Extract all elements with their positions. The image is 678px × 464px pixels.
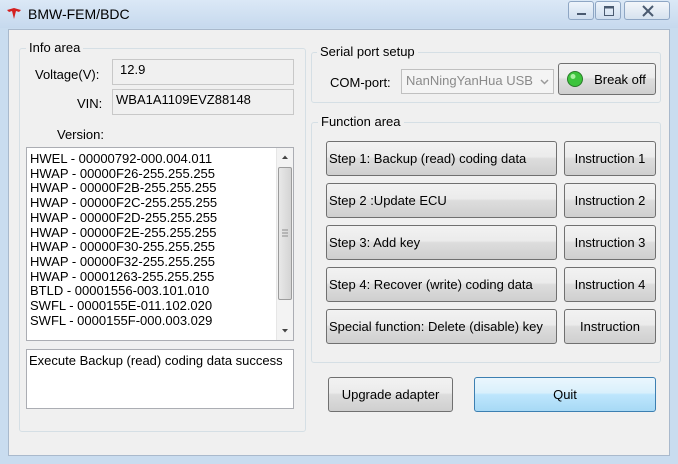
instruction-special-button[interactable]: Instruction bbox=[564, 309, 656, 344]
vin-field: WBA1A1109EVZ88148 bbox=[112, 89, 294, 115]
break-off-label: Break off bbox=[594, 71, 646, 87]
status-box: Execute Backup (read) coding data succes… bbox=[26, 349, 294, 409]
version-line: SWFL - 0000155E-011.102.020 bbox=[30, 298, 213, 314]
break-off-button[interactable]: Break off bbox=[558, 63, 656, 95]
connection-status-led-icon bbox=[567, 71, 583, 87]
version-line: HWAP - 00000F30-255.255.255 bbox=[30, 239, 216, 255]
instruction-1-button[interactable]: Instruction 1 bbox=[564, 141, 656, 176]
com-port-label: COM-port: bbox=[330, 75, 391, 90]
scroll-up-arrow-icon[interactable] bbox=[277, 149, 293, 166]
voltage-label: Voltage(V): bbox=[35, 67, 100, 82]
instruction-4-button[interactable]: Instruction 4 bbox=[564, 267, 656, 302]
com-port-value: NanNingYanHua USB bbox=[406, 73, 533, 88]
step4-recover-button[interactable]: Step 4: Recover (write) coding data bbox=[326, 267, 557, 302]
voltage-field: 12.9 bbox=[112, 59, 294, 85]
version-scrollbar[interactable] bbox=[276, 148, 293, 340]
step2-update-button[interactable]: Step 2 :Update ECU bbox=[326, 183, 557, 218]
serial-port-title: Serial port setup bbox=[317, 44, 418, 59]
version-line: HWAP - 00000F26-255.255.255 bbox=[30, 165, 216, 181]
status-message: Execute Backup (read) coding data succes… bbox=[29, 353, 283, 368]
com-port-select[interactable]: NanNingYanHua USB bbox=[401, 69, 554, 94]
step1-backup-button[interactable]: Step 1: Backup (read) coding data bbox=[326, 141, 557, 176]
version-line: SWFL - 0000155F-000.003.029 bbox=[30, 312, 213, 328]
instruction-3-button[interactable]: Instruction 3 bbox=[564, 225, 656, 260]
version-line: HWAP - 00000F2E-255.255.255 bbox=[30, 224, 217, 240]
function-area-title: Function area bbox=[318, 114, 404, 129]
version-line: HWEL - 00000792-000.004.011 bbox=[30, 151, 213, 166]
app-logo-icon bbox=[6, 7, 22, 21]
version-line: HWAP - 00000F2C-255.255.255 bbox=[30, 195, 218, 211]
special-delete-key-button[interactable]: Special function: Delete (disable) key bbox=[326, 309, 557, 344]
version-line: HWAP - 00000F2D-255.255.255 bbox=[30, 209, 218, 225]
version-list[interactable]: HWEL - 00000792-000.004.011 HWAP - 00000… bbox=[26, 147, 294, 341]
title-bar: BMW-FEM/BDC bbox=[0, 0, 678, 28]
version-label: Version: bbox=[57, 127, 104, 142]
quit-button[interactable]: Quit bbox=[474, 377, 656, 412]
version-line: BTLD - 00001556-003.101.010 bbox=[30, 283, 210, 299]
info-area-title: Info area bbox=[26, 40, 84, 55]
minimize-icon bbox=[577, 13, 586, 15]
vin-label: VIN: bbox=[77, 96, 103, 111]
close-button[interactable] bbox=[624, 1, 670, 20]
chevron-down-icon bbox=[540, 79, 549, 85]
scroll-thumb[interactable] bbox=[278, 167, 292, 300]
instruction-2-button[interactable]: Instruction 2 bbox=[564, 183, 656, 218]
close-icon bbox=[642, 5, 654, 17]
version-line: HWAP - 00000F32-255.255.255 bbox=[30, 253, 216, 269]
scroll-down-arrow-icon[interactable] bbox=[277, 322, 293, 339]
grip-icon bbox=[282, 229, 288, 237]
minimize-button[interactable] bbox=[568, 1, 594, 20]
maximize-icon bbox=[604, 6, 614, 16]
version-lines: HWEL - 00000792-000.004.011 HWAP - 00000… bbox=[30, 151, 218, 328]
step3-add-key-button[interactable]: Step 3: Add key bbox=[326, 225, 557, 260]
window-title: BMW-FEM/BDC bbox=[28, 6, 130, 22]
version-line: HWAP - 00001263-255.255.255 bbox=[30, 268, 215, 284]
maximize-button[interactable] bbox=[595, 1, 621, 20]
upgrade-adapter-button[interactable]: Upgrade adapter bbox=[328, 377, 453, 412]
version-line: HWAP - 00000F2B-255.255.255 bbox=[30, 180, 217, 196]
main-client-area: Info area Voltage(V): 12.9 VIN: WBA1A110… bbox=[8, 29, 670, 456]
